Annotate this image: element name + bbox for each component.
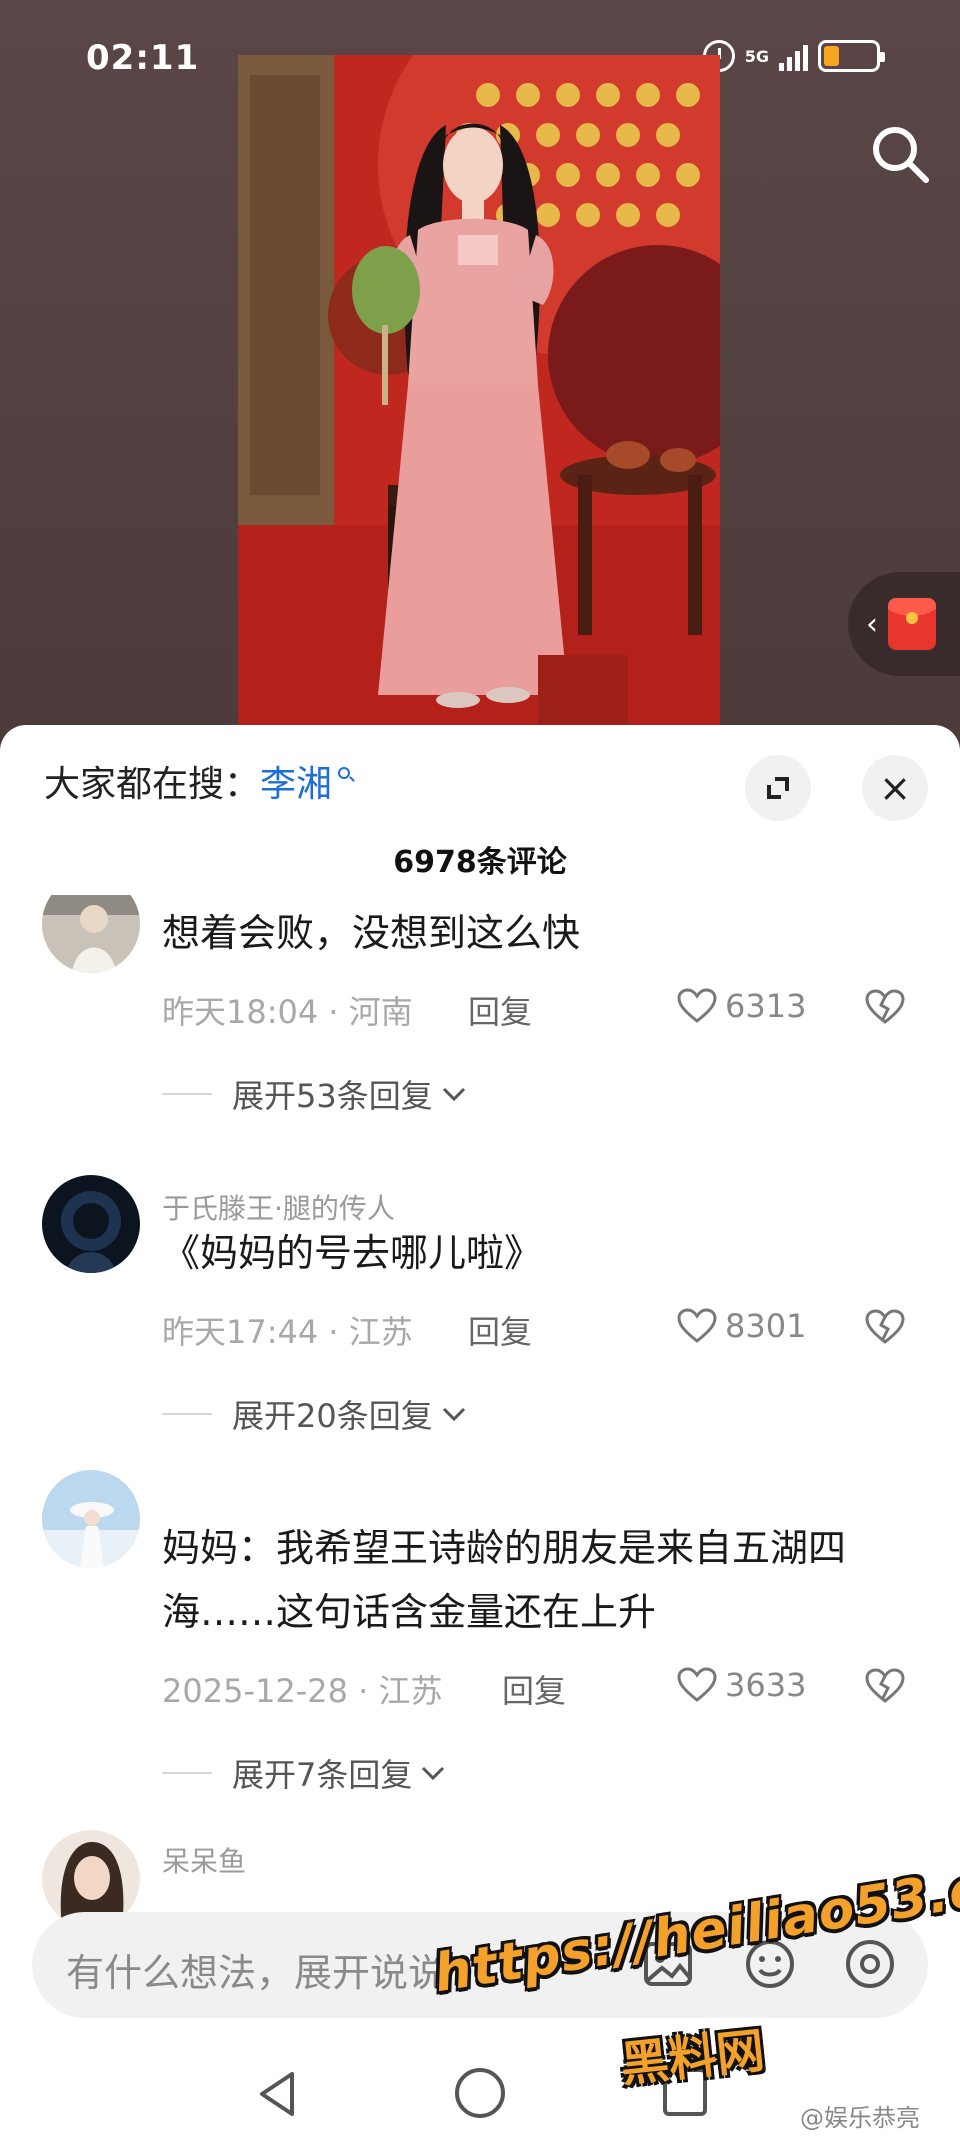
- reply-button[interactable]: 回复: [468, 1307, 532, 1353]
- home-button[interactable]: [455, 2068, 505, 2118]
- broken-heart-icon: [865, 1309, 905, 1344]
- comment-count-title: 6978条评论: [393, 845, 567, 880]
- avatar[interactable]: [42, 895, 140, 973]
- trending-term-link[interactable]: 李湘: [260, 755, 332, 807]
- mention-button[interactable]: [842, 1936, 898, 1992]
- dislike-button[interactable]: [865, 1309, 905, 1353]
- like-button[interactable]: 3633: [677, 1666, 806, 1704]
- comment-text: 妈妈：我希望王诗龄的朋友是来自五湖四海……这句话含金量还在上升: [162, 1526, 847, 1634]
- search-button[interactable]: [868, 122, 932, 186]
- chevron-down-icon: [422, 1766, 445, 1781]
- heart-icon: [677, 988, 717, 1023]
- comment-time-location: 2025-12-28 · 江苏: [162, 1672, 443, 1710]
- comment-location: 河南: [348, 993, 413, 1031]
- heart-icon: [677, 1308, 717, 1343]
- comment-location: 江苏: [348, 1313, 413, 1351]
- dislike-button[interactable]: [865, 989, 905, 1033]
- status-time: 02:11: [86, 38, 200, 78]
- comment-time-location: 昨天17:44 · 江苏: [162, 1313, 413, 1351]
- comment-item: 想着会败，没想到这么快 昨天18:04 · 河南 回复 6313 展开53条回复: [0, 895, 960, 1115]
- comment-time: 昨天17:44: [162, 1313, 319, 1351]
- back-icon: [260, 2072, 294, 2116]
- chevron-left-icon: ‹: [866, 606, 878, 642]
- comment-time: 2025-12-28: [162, 1672, 348, 1710]
- video-frame: [238, 55, 720, 725]
- comment-location: 江苏: [378, 1672, 443, 1710]
- battery-icon: [818, 40, 885, 72]
- expand-replies-label: 展开20条回复: [232, 1397, 433, 1435]
- broken-heart-icon: [865, 989, 905, 1024]
- search-icon: [873, 127, 929, 183]
- comment-text: 《妈妈的号去哪儿啦》: [162, 1231, 543, 1275]
- red-packet-button[interactable]: ‹: [848, 572, 960, 676]
- reply-button[interactable]: 回复: [468, 987, 532, 1033]
- back-button[interactable]: [252, 2068, 304, 2120]
- red-packet-icon: [888, 598, 936, 650]
- dislike-button[interactable]: [865, 1668, 905, 1712]
- expand-replies-button[interactable]: 展开7条回复: [232, 1750, 448, 1796]
- expand-replies-button[interactable]: 展开20条回复: [232, 1391, 469, 1437]
- at-icon: [846, 1940, 894, 1988]
- comment-meta: 昨天18:04 · 河南 回复 6313: [162, 987, 922, 1037]
- comment-time-location: 昨天18:04 · 河南: [162, 993, 413, 1031]
- avatar-image: [42, 1175, 140, 1273]
- username[interactable]: 呆呆鱼: [162, 1840, 246, 1880]
- comment-item: 于氏滕王·腿的传人 《妈妈的号去哪儿啦》 昨天17:44 · 江苏 回复 830…: [0, 1175, 960, 1435]
- like-count: 3633: [725, 1666, 807, 1704]
- like-button[interactable]: 6313: [677, 987, 806, 1025]
- trending-label: 大家都在搜：: [44, 764, 261, 805]
- expand-replies-button[interactable]: 展开53条回复: [232, 1071, 469, 1117]
- expand-replies-label: 展开53条回复: [232, 1077, 433, 1115]
- avatar[interactable]: [42, 1175, 140, 1273]
- avatar-image: [42, 895, 140, 973]
- trending-search-bar: 大家都在搜： 李湘: [44, 755, 351, 807]
- avatar[interactable]: [42, 1470, 140, 1568]
- expand-replies-label: 展开7条回复: [232, 1756, 413, 1794]
- comment-time: 昨天18:04: [162, 993, 319, 1031]
- chevron-down-icon: [442, 1087, 465, 1102]
- heart-icon: [677, 1667, 717, 1702]
- watermark-weibo-handle: @娱乐恭亮: [800, 2104, 920, 2132]
- video-frame-image: [238, 55, 720, 725]
- like-count: 6313: [725, 987, 807, 1025]
- expand-divider: [162, 1772, 212, 1774]
- chevron-down-icon: [442, 1407, 465, 1422]
- comment-meta: 昨天17:44 · 江苏 回复 8301: [162, 1307, 922, 1357]
- comment-meta: 2025-12-28 · 江苏 回复 3633: [162, 1666, 922, 1716]
- comment-list[interactable]: 想着会败，没想到这么快 昨天18:04 · 河南 回复 6313 展开53条回复…: [0, 895, 960, 1955]
- video-area[interactable]: 02:11 5G ‹: [0, 0, 960, 740]
- reply-button[interactable]: 回复: [502, 1666, 566, 1712]
- signal-icon: [779, 41, 808, 71]
- close-icon: ×: [879, 766, 911, 810]
- expand-divider: [162, 1093, 212, 1095]
- expand-icon: [767, 777, 789, 799]
- like-button[interactable]: 8301: [677, 1307, 806, 1345]
- expand-sheet-button[interactable]: [745, 755, 811, 821]
- battery-fill: [824, 46, 839, 66]
- network-label: 5G: [744, 46, 769, 66]
- expand-divider: [162, 1413, 212, 1415]
- close-button[interactable]: ×: [862, 755, 928, 821]
- watermark-site-name: 黑料网: [617, 2022, 768, 2094]
- comment-input[interactable]: 有什么想法，展开说说: [66, 1942, 446, 1997]
- small-search-icon: [338, 767, 351, 779]
- comment-text: 想着会败，没想到这么快: [162, 911, 581, 955]
- comment-item: 妈妈：我希望王诗龄的朋友是来自五湖四海……这句话含金量还在上升 2025-12-…: [0, 1470, 960, 1794]
- like-count: 8301: [725, 1307, 807, 1345]
- avatar-image: [42, 1470, 140, 1568]
- broken-heart-icon: [865, 1668, 905, 1703]
- status-icons: 5G: [702, 40, 885, 72]
